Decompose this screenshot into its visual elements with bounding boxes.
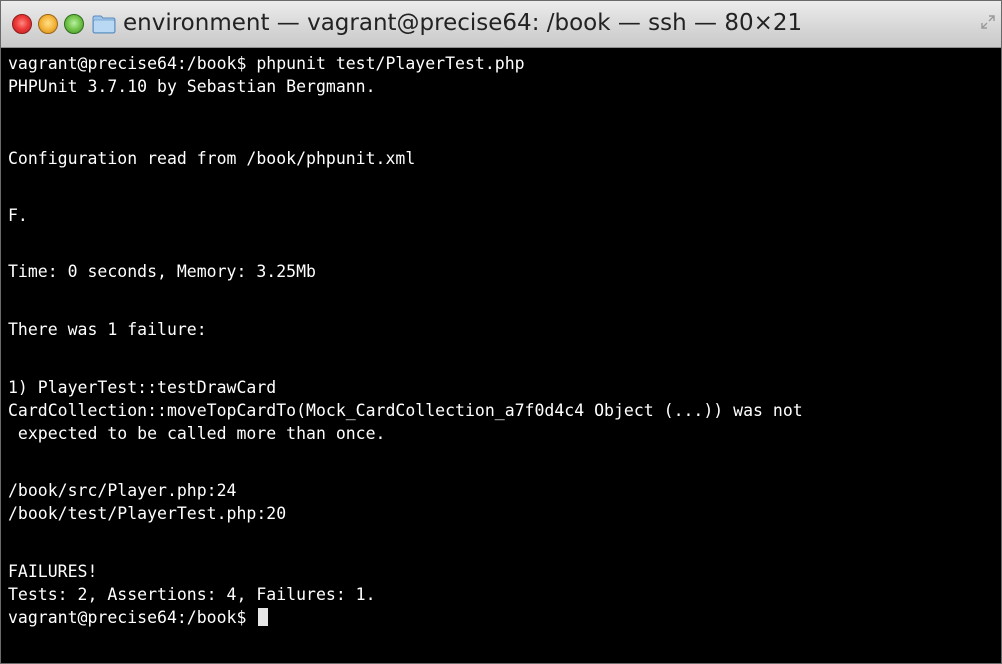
terminal-cursor bbox=[258, 608, 269, 626]
folder-icon bbox=[92, 15, 116, 34]
minimize-icon[interactable] bbox=[38, 14, 58, 34]
terminal-line: FAILURES! bbox=[8, 562, 98, 581]
terminal-line: F. bbox=[8, 206, 28, 225]
close-icon[interactable] bbox=[12, 14, 32, 34]
terminal-line: /book/test/PlayerTest.php:20 bbox=[8, 504, 287, 523]
terminal-line: Time: 0 seconds, Memory: 3.25Mb bbox=[8, 262, 316, 281]
terminal-prompt-line[interactable]: vagrant@precise64:/book$ bbox=[8, 606, 269, 629]
terminal-window: environment — vagrant@precise64: /book —… bbox=[0, 0, 1002, 664]
terminal-line: 1) PlayerTest::testDrawCard bbox=[8, 378, 277, 397]
window-title: environment — vagrant@precise64: /book —… bbox=[123, 10, 803, 36]
terminal-line: Tests: 2, Assertions: 4, Failures: 1. bbox=[8, 585, 376, 604]
terminal-line: PHPUnit 3.7.10 by Sebastian Bergmann. bbox=[8, 77, 376, 96]
terminal-line: vagrant@precise64:/book$ phpunit test/Pl… bbox=[8, 54, 525, 73]
fullscreen-icon[interactable] bbox=[981, 15, 995, 29]
terminal-line: Configuration read from /book/phpunit.xm… bbox=[8, 149, 416, 168]
title-bar[interactable]: environment — vagrant@precise64: /book —… bbox=[1, 1, 1001, 48]
terminal-line: CardCollection::moveTopCardTo(Mock_CardC… bbox=[8, 401, 803, 420]
terminal-prompt: vagrant@precise64:/book$ bbox=[8, 608, 257, 627]
terminal-line: /book/src/Player.php:24 bbox=[8, 481, 237, 500]
terminal-output[interactable]: vagrant@precise64:/book$ phpunit test/Pl… bbox=[1, 48, 1001, 663]
terminal-line: There was 1 failure: bbox=[8, 320, 207, 339]
zoom-icon[interactable] bbox=[64, 14, 84, 34]
terminal-line: expected to be called more than once. bbox=[8, 424, 386, 443]
